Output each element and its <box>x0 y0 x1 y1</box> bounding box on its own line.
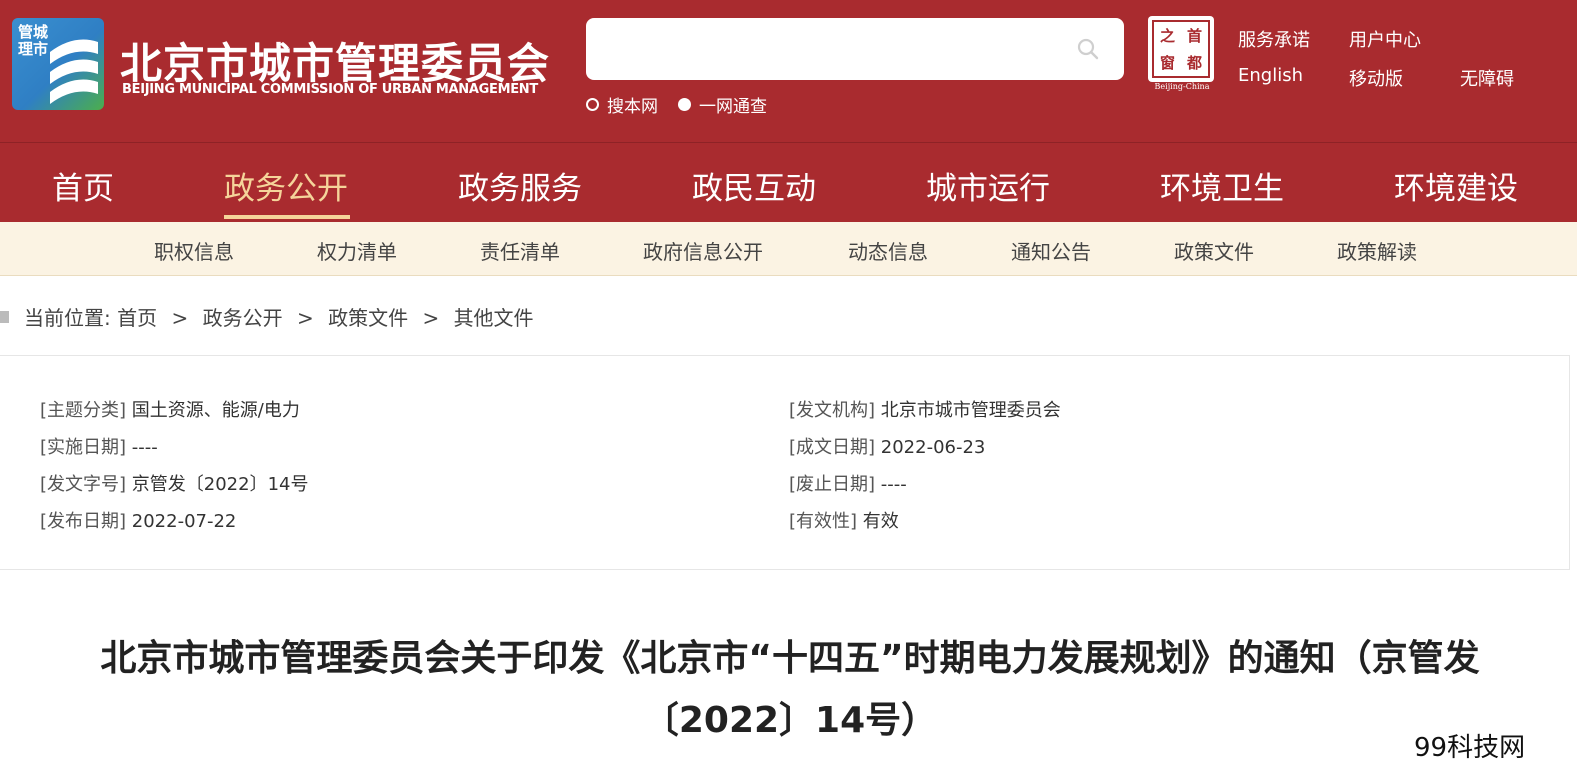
breadcrumb: 当前位置: 首页 > 政务公开 > 政策文件 > 其他文件 <box>24 302 534 331</box>
search-scope-group: 搜本网 一网通查 <box>586 92 787 117</box>
radio-checked-icon <box>678 98 691 111</box>
link-english[interactable]: English <box>1238 65 1303 86</box>
seal-char: 窗 <box>1159 54 1175 72</box>
info-document-number: [发文字号] 京管发〔2022〕14号 <box>40 470 309 496</box>
logo-wave-icon <box>50 39 98 104</box>
search-icon[interactable] <box>1076 37 1100 61</box>
watermark: 99科技网 <box>1414 733 1526 763</box>
nav-active-indicator <box>224 215 350 219</box>
nav-government-services[interactable]: 政务服务 <box>458 163 582 208</box>
info-value: 有效 <box>862 511 899 532</box>
info-key: [废止日期] <box>789 474 876 495</box>
info-key: [实施日期] <box>40 437 127 458</box>
breadcrumb-other-documents[interactable]: 其他文件 <box>454 306 534 330</box>
document-title-line2: 〔2022〕14号） <box>642 700 938 741</box>
subnav-responsibility-list[interactable]: 责任清单 <box>480 236 560 265</box>
subnav-notices[interactable]: 通知公告 <box>1011 236 1091 265</box>
nav-environmental-construction[interactable]: 环境建设 <box>1394 163 1518 208</box>
info-publish-date: [发布日期] 2022-07-22 <box>40 507 236 533</box>
subnav-policy-interpretation[interactable]: 政策解读 <box>1337 236 1417 265</box>
info-value: ---- <box>131 437 158 458</box>
info-value: 2022-07-22 <box>131 511 237 532</box>
link-service-commitment[interactable]: 服务承诺 <box>1238 26 1310 52</box>
breadcrumb-home[interactable]: 首页 <box>117 306 157 330</box>
search-scope-site-label: 搜本网 <box>607 97 658 117</box>
breadcrumb-policy-documents[interactable]: 政策文件 <box>328 306 408 330</box>
radio-unchecked-icon <box>586 98 599 111</box>
breadcrumb-marker <box>0 311 9 323</box>
link-user-center[interactable]: 用户中心 <box>1349 26 1421 52</box>
breadcrumb-prefix: 当前位置: <box>24 306 111 330</box>
info-value: 国土资源、能源/电力 <box>131 400 300 421</box>
sub-nav: 职权信息 权力清单 责任清单 政府信息公开 动态信息 通知公告 政策文件 政策解… <box>0 222 1577 276</box>
seal-box: 之 首 窗 都 <box>1148 16 1214 82</box>
nav-public-interaction[interactable]: 政民互动 <box>692 163 816 208</box>
breadcrumb-separator: > <box>171 306 189 330</box>
document-title-line1: 北京市城市管理委员会关于印发《北京市“十四五”时期电力发展规划》的通知（京管发 <box>100 638 1480 679</box>
subnav-authority-info[interactable]: 职权信息 <box>154 236 234 265</box>
site-header: 管城理市 北京市城市管理委员会 BEIJING MUNICIPAL COMMIS… <box>0 0 1577 143</box>
nav-city-operation[interactable]: 城市运行 <box>926 163 1050 208</box>
subnav-power-list[interactable]: 权力清单 <box>317 236 397 265</box>
search-scope-network[interactable]: 一网通查 <box>678 92 767 117</box>
link-mobile[interactable]: 移动版 <box>1349 65 1403 91</box>
info-topic: [主题分类] 国土资源、能源/电力 <box>40 396 300 422</box>
subnav-dynamic-info[interactable]: 动态信息 <box>848 236 928 265</box>
search-scope-network-label: 一网通查 <box>699 97 767 117</box>
nav-environmental-sanitation[interactable]: 环境卫生 <box>1160 163 1284 208</box>
info-abolish-date: [废止日期] ---- <box>789 470 907 496</box>
document-info-box: [主题分类] 国土资源、能源/电力 [实施日期] ---- [发文字号] 京管发… <box>0 355 1570 570</box>
nav-home[interactable]: 首页 <box>52 163 114 208</box>
search-scope-site[interactable]: 搜本网 <box>586 92 658 117</box>
breadcrumb-government-affairs[interactable]: 政务公开 <box>203 306 283 330</box>
info-key: [主题分类] <box>40 400 127 421</box>
info-validity: [有效性] 有效 <box>789 507 899 533</box>
info-key: [成文日期] <box>789 437 876 458</box>
info-value: ---- <box>880 474 907 495</box>
info-key: [有效性] <box>789 511 858 532</box>
info-key: [发文字号] <box>40 474 127 495</box>
breadcrumb-separator: > <box>296 306 314 330</box>
capital-window-seal[interactable]: 之 首 窗 都 Beijing-China <box>1148 16 1218 92</box>
search-input[interactable] <box>602 32 1062 66</box>
site-logo[interactable]: 管城理市 <box>12 18 104 110</box>
info-value: 2022-06-23 <box>880 437 986 458</box>
link-accessibility[interactable]: 无障碍 <box>1460 65 1514 91</box>
seal-char: 首 <box>1186 27 1202 45</box>
info-effective-date: [实施日期] ---- <box>40 433 158 459</box>
seal-char: 都 <box>1186 54 1202 72</box>
document-title: 北京市城市管理委员会关于印发《北京市“十四五”时期电力发展规划》的通知（京管发 … <box>40 628 1540 752</box>
info-written-date: [成文日期] 2022-06-23 <box>789 433 985 459</box>
info-key: [发文机构] <box>789 400 876 421</box>
info-value: 京管发〔2022〕14号 <box>131 474 309 495</box>
seal-caption: Beijing-China <box>1154 82 1210 91</box>
subnav-gov-info-disclosure[interactable]: 政府信息公开 <box>643 236 763 265</box>
subnav-policy-documents[interactable]: 政策文件 <box>1174 236 1254 265</box>
info-key: [发布日期] <box>40 511 127 532</box>
main-nav: 首页 政务公开 政务服务 政民互动 城市运行 环境卫生 环境建设 <box>0 143 1577 222</box>
info-issuing-agency: [发文机构] 北京市城市管理委员会 <box>789 396 1061 422</box>
seal-char: 之 <box>1159 27 1175 45</box>
breadcrumb-separator: > <box>422 306 440 330</box>
search-box <box>586 18 1124 80</box>
info-value: 北京市城市管理委员会 <box>880 400 1061 421</box>
site-subtitle: BEIJING MUNICIPAL COMMISSION OF URBAN MA… <box>122 82 538 97</box>
nav-government-affairs[interactable]: 政务公开 <box>224 163 348 208</box>
